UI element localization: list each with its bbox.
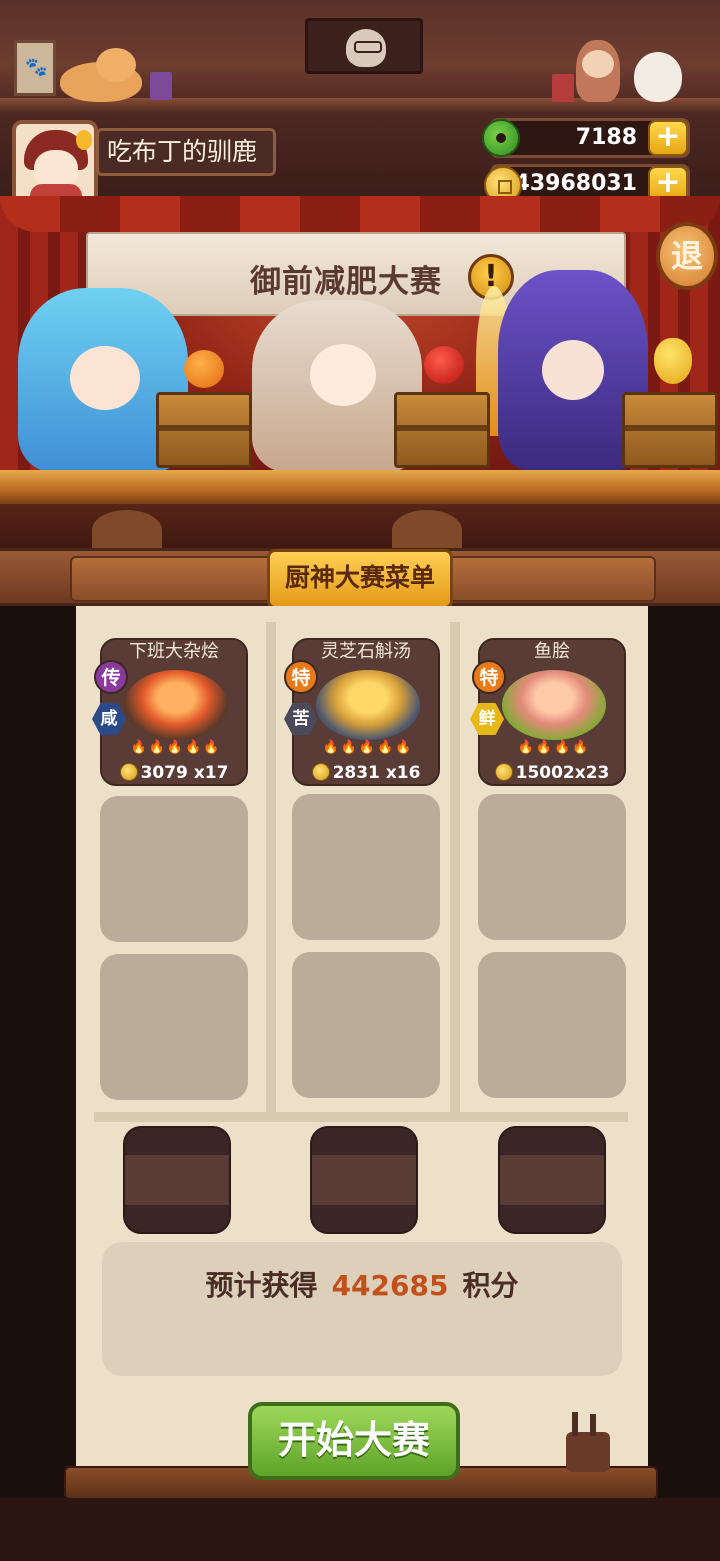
exit-button[interactable]: 退 bbox=[656, 222, 718, 290]
jade-icon bbox=[482, 119, 520, 157]
rank-badge: 特 bbox=[472, 660, 506, 694]
column-divider bbox=[266, 622, 276, 1114]
heat-icons: 🔥🔥🔥🔥🔥 bbox=[322, 740, 414, 755]
coin-icon bbox=[311, 763, 330, 781]
dish-name: 下班大杂烩 bbox=[102, 640, 246, 664]
heat-icons: 🔥🔥🔥🔥🔥 bbox=[130, 740, 222, 755]
stage-underside bbox=[0, 504, 720, 554]
chibi-boy-decoration bbox=[576, 40, 620, 102]
start-contest-button[interactable]: 开始大赛 bbox=[248, 1402, 460, 1480]
coin-icon bbox=[494, 763, 513, 781]
serving-plate-slot[interactable] bbox=[498, 1126, 606, 1234]
dish-image bbox=[124, 670, 228, 740]
dish-name: 鱼脍 bbox=[480, 640, 624, 664]
dish-image bbox=[502, 670, 606, 740]
pear-icon bbox=[654, 338, 692, 384]
serving-plate-slot[interactable] bbox=[310, 1126, 418, 1234]
player-avatar[interactable] bbox=[12, 120, 98, 206]
judge-crate-2 bbox=[394, 392, 490, 468]
dish-image bbox=[316, 670, 420, 740]
stage-floor bbox=[0, 470, 720, 504]
utensil-pot-decoration bbox=[566, 1412, 610, 1472]
score-panel bbox=[102, 1242, 622, 1376]
judge-crate-1 bbox=[156, 392, 252, 468]
dish-name: 灵芝石斛汤 bbox=[294, 640, 438, 664]
expected-score: 预计获得 442685 积分 bbox=[205, 1269, 519, 1302]
dish-price: 15002x23 bbox=[480, 760, 624, 784]
judge-crate-3 bbox=[622, 392, 718, 468]
red-cup-decoration bbox=[552, 74, 574, 102]
orange-icon bbox=[184, 350, 224, 388]
coin-icon bbox=[119, 763, 138, 781]
bottom-floor bbox=[0, 1498, 720, 1561]
heat-icons: 🔥🔥🔥🔥 bbox=[517, 740, 591, 755]
hanging-portrait bbox=[305, 18, 423, 74]
column-divider bbox=[450, 622, 460, 1114]
event-title: 御前减肥大赛 bbox=[250, 264, 442, 300]
empty-dish-slot[interactable] bbox=[292, 952, 440, 1098]
rank-badge: 特 bbox=[284, 660, 318, 694]
add-jade-button[interactable]: + bbox=[648, 120, 688, 156]
orange-cat-decoration bbox=[60, 48, 142, 102]
empty-dish-slot[interactable] bbox=[478, 794, 626, 940]
row-divider bbox=[94, 1112, 628, 1122]
empty-dish-slot[interactable] bbox=[478, 952, 626, 1098]
level-badge-icon bbox=[76, 130, 92, 150]
menu-title: 厨神大赛菜单 bbox=[267, 549, 453, 609]
dish-price: 2831 x16 bbox=[294, 760, 438, 784]
empty-dish-slot[interactable] bbox=[292, 794, 440, 940]
rank-badge: 传 bbox=[94, 660, 128, 694]
paw-frame-decoration bbox=[14, 40, 56, 96]
empty-dish-slot[interactable] bbox=[100, 954, 248, 1100]
serving-plate-slot[interactable] bbox=[123, 1126, 231, 1234]
curtain-valance bbox=[0, 196, 720, 232]
purple-cup-decoration bbox=[150, 72, 172, 100]
dish-price: 3079 x17 bbox=[102, 760, 246, 784]
empty-dish-slot[interactable] bbox=[100, 796, 248, 942]
white-cat-decoration bbox=[634, 52, 682, 102]
player-name: 吃布丁的驯鹿 bbox=[96, 128, 276, 176]
apple-icon bbox=[424, 346, 464, 384]
score-value: 442685 bbox=[331, 1269, 449, 1302]
